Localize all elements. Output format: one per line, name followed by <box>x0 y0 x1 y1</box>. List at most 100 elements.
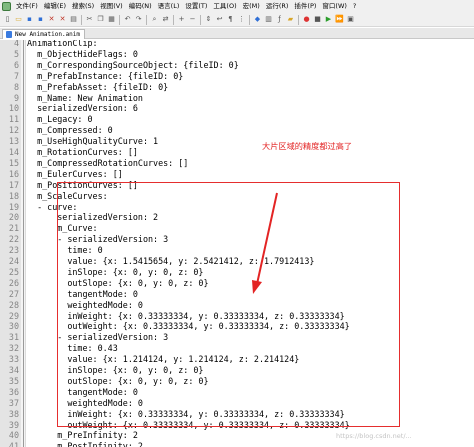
save-all-icon[interactable]: ▪ <box>36 15 45 24</box>
stop-record-icon[interactable]: ■ <box>313 15 322 24</box>
code-text: m_Legacy: 0 <box>27 114 93 125</box>
line-number: 41 <box>8 441 19 447</box>
line-number: 36 <box>8 386 19 397</box>
menu-item[interactable]: ? <box>350 0 359 13</box>
document-tab[interactable]: New Animation.anim <box>2 29 86 39</box>
line-number: 25 <box>8 266 19 277</box>
line-number: 16 <box>8 168 19 179</box>
notepad-plus-plus-app-icon <box>2 2 11 11</box>
code-line: 8 m_PrefabAsset: {fileID: 0} <box>0 82 474 93</box>
code-line: 14 m_RotationCurves: [] <box>0 147 474 158</box>
code-line: 4 AnimationClip: <box>0 40 474 49</box>
copy-icon[interactable]: ❐ <box>96 15 105 24</box>
watermark: https://blog.csdn.net/... <box>336 432 412 440</box>
menu-item[interactable]: 搜索(S) <box>69 0 97 13</box>
menu-item[interactable]: 编辑(E) <box>41 0 69 13</box>
line-number: 38 <box>8 408 19 419</box>
line-number: 23 <box>8 245 19 256</box>
line-number: 13 <box>8 136 19 147</box>
replace-icon[interactable]: ⇄ <box>161 15 170 24</box>
open-file-icon[interactable]: ▭ <box>14 15 23 24</box>
line-number: 22 <box>8 234 19 245</box>
show-all-chars-icon[interactable]: ¶ <box>226 15 235 24</box>
redo-icon[interactable]: ↷ <box>134 15 143 24</box>
annotation-text: 大片区域的精度都过高了 <box>262 141 353 151</box>
line-number: 7 <box>13 70 19 81</box>
close-icon[interactable]: ✕ <box>47 15 56 24</box>
code-text: m_RotationCurves: [] <box>27 147 138 157</box>
run-multiple-icon[interactable]: ⏩ <box>335 15 344 24</box>
line-number: 39 <box>8 419 19 430</box>
sync-scroll-icon[interactable]: ⇕ <box>204 15 213 24</box>
line-number: 32 <box>8 343 19 354</box>
undo-icon[interactable]: ↶ <box>123 15 132 24</box>
function-list-icon[interactable]: ƒ <box>275 15 284 24</box>
zoom-out-icon[interactable]: − <box>188 15 197 24</box>
new-file-icon[interactable]: ▯ <box>3 15 12 24</box>
code-line: 12 m_Compressed: 0 <box>0 125 474 136</box>
line-number: 28 <box>8 299 19 310</box>
toolbar-separator <box>200 15 201 25</box>
menu-item[interactable]: 视图(V) <box>97 0 126 13</box>
code-line: 13 m_UseHighQualityCurve: 1 <box>0 136 474 147</box>
code-text: m_Compressed: 0 <box>27 125 113 136</box>
save-icon[interactable]: ▪ <box>25 15 34 24</box>
print-icon[interactable]: ▤ <box>69 15 78 24</box>
line-number: 10 <box>8 103 19 114</box>
code-line: 41 m_PostInfinity: 2 <box>0 441 474 447</box>
code-text: m_EulerCurves: [] <box>27 168 123 179</box>
menu-item[interactable]: 宏(M) <box>240 0 263 13</box>
toolbar-separator <box>173 15 174 25</box>
code-line: 10 serializedVersion: 6 <box>0 103 474 114</box>
find-icon[interactable]: ⌕ <box>150 15 159 24</box>
close-all-icon[interactable]: ✕ <box>58 15 67 24</box>
line-number: 24 <box>8 256 19 266</box>
menu-item[interactable]: 语言(L) <box>155 0 183 13</box>
code-text: serializedVersion: 6 <box>27 103 138 114</box>
line-number: 30 <box>8 321 19 332</box>
indent-guide-icon[interactable]: ⋮ <box>237 15 246 24</box>
code-text: m_CompressedRotationCurves: [] <box>27 157 189 168</box>
line-number: 26 <box>8 277 19 288</box>
word-wrap-icon[interactable]: ↩ <box>215 15 224 24</box>
folder-workspace-icon[interactable]: ▰ <box>286 15 295 24</box>
code-text: m_UseHighQualityCurve: 1 <box>27 136 159 147</box>
menu-item[interactable]: 运行(R) <box>263 0 292 13</box>
doc-map-icon[interactable]: ▥ <box>264 15 273 24</box>
code-line: 7 m_PrefabInstance: {fileID: 0} <box>0 71 474 82</box>
toolbar: ▯ ▭ ▪ ▪ ✕ ✕ ▤ ✂ ❐ ▦ ↶ ↷ ⌕ ⇄ + − ⇕ ↩ ¶ ⋮ ◆ ▥ ƒ ▰ ● ■ ▶ ⏩ ▣ <box>0 13 474 27</box>
highlight-box <box>57 182 400 427</box>
menu-item[interactable]: 文件(F) <box>13 0 41 13</box>
record-macro-icon[interactable]: ● <box>302 15 311 24</box>
menu-item[interactable]: 窗口(W) <box>319 0 350 13</box>
line-number: 11 <box>8 114 19 125</box>
code-line: 6 m_CorrespondingSourceObject: {fileID: … <box>0 60 474 71</box>
code-text: m_PostInfinity: 2 <box>27 441 143 447</box>
save-macro-icon[interactable]: ▣ <box>346 15 355 24</box>
language-icon[interactable]: ◆ <box>253 15 262 24</box>
cut-icon[interactable]: ✂ <box>85 15 94 24</box>
line-number: 19 <box>8 201 19 212</box>
line-number: 31 <box>8 332 19 343</box>
line-number: 12 <box>8 125 19 136</box>
line-number: 35 <box>8 375 19 386</box>
code-text: AnimationClip: <box>27 40 98 48</box>
line-number: 20 <box>8 212 19 223</box>
paste-icon[interactable]: ▦ <box>107 15 116 24</box>
line-number: 18 <box>8 190 19 201</box>
code-line: 5 m_ObjectHideFlags: 0 <box>0 49 474 60</box>
code-text: m_Name: New Animation <box>27 92 143 103</box>
code-line: 15 m_CompressedRotationCurves: [] <box>0 158 474 169</box>
menu-item[interactable]: 设置(T) <box>182 0 210 13</box>
line-number: 6 <box>13 59 19 70</box>
menu-bar: 文件(F) 编辑(E) 搜索(S) 视图(V) 编码(N) 语言(L) 设置(T) 工具(O)… <box>0 0 474 13</box>
menu-item[interactable]: 工具(O) <box>210 0 239 13</box>
play-macro-icon[interactable]: ▶ <box>324 15 333 24</box>
menu-item[interactable]: 插件(P) <box>291 0 319 13</box>
line-number: 29 <box>8 310 19 321</box>
zoom-in-icon[interactable]: + <box>177 15 186 24</box>
line-number: 34 <box>8 365 19 375</box>
toolbar-separator <box>81 15 82 25</box>
toolbar-separator <box>146 15 147 25</box>
menu-item[interactable]: 编码(N) <box>126 0 155 13</box>
